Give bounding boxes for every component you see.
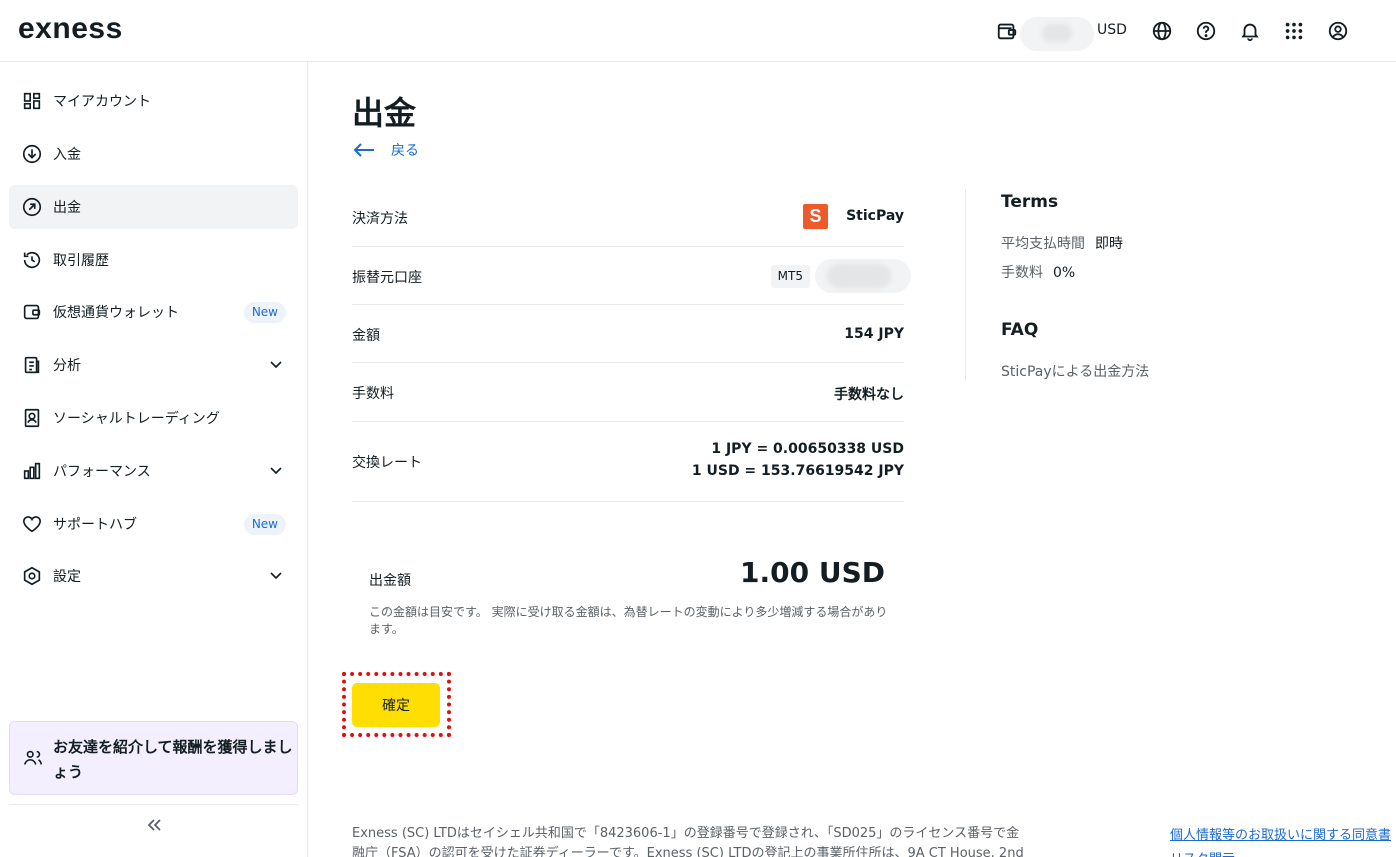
sidebar-item-analytics[interactable]: 分析 [9,343,298,387]
withdrawal-total-value: 1.00 USD [740,556,885,589]
row-label: 手数料 [352,386,394,402]
withdrawal-total-note: この金額は目安です。 実際に受け取る金額は、為替レートの変動により多少増減する場… [369,605,888,636]
back-label: 戻る [391,143,419,159]
row-value: 154 JPY [844,326,904,342]
page-title: 出金 [352,94,417,132]
detail-row-amount: 金額 154 JPY [352,305,904,363]
sidebar-item-my-account[interactable]: マイアカウント [9,79,298,123]
arrow-left-icon [353,143,374,157]
sidebar-item-label: 入金 [53,147,81,163]
bar-chart-icon [23,462,41,480]
row-label: 金額 [352,328,380,344]
balance-hidden [1020,17,1094,51]
sidebar-divider [9,804,298,805]
sidebar: マイアカウント 入金 出金 取引履歴 仮想通貨ウォレット New 分析 ソーシャ… [0,62,308,857]
bell-icon[interactable] [1239,20,1261,42]
sidebar-item-label: マイアカウント [53,94,151,110]
term-avg-time-label: 平均支払時間 [1001,236,1085,252]
detail-row-exchange-rate: 交換レート 1 JPY = 0.00650338 USD 1 USD = 153… [352,422,904,502]
referral-promo-text: お友達を紹介して報酬を獲得しましょう [53,738,293,781]
balance-currency[interactable]: USD [1097,22,1127,38]
confirm-button[interactable]: 確定 [352,683,440,727]
account-number-hidden [815,259,911,293]
row-value-secondary: 1 USD = 153.76619542 JPY [691,463,904,479]
deposit-arrow-icon [22,144,42,164]
footer-legal-text: Exness (SC) LTDはセイシェル共和国で「8423606-1」の登録番… [352,826,1024,857]
sidebar-item-deposit[interactable]: 入金 [9,132,298,176]
sidebar-item-crypto-wallet[interactable]: 仮想通貨ウォレット New [9,290,298,334]
help-icon[interactable] [1195,20,1217,42]
row-value: 手数料なし [834,387,904,403]
account-type-tag: MT5 [770,265,810,288]
chevron-down-icon[interactable] [268,567,284,583]
heart-icon [22,516,42,533]
sidebar-item-label: 取引履歴 [53,253,109,269]
social-trading-icon [24,408,40,428]
sidebar-item-label: 設定 [53,569,81,585]
referral-people-icon [23,750,43,765]
sidebar-item-label: 仮想通貨ウォレット [53,305,179,321]
term-avg-time-value: 即時 [1095,236,1123,252]
sidebar-item-history[interactable]: 取引履歴 [9,238,298,282]
detail-row-fee: 手数料 手数料なし [352,363,904,422]
term-fee-value: 0% [1053,265,1076,281]
dashboard-icon [23,92,41,110]
sidebar-item-support-hub[interactable]: サポートハブ New [9,502,298,546]
settings-hex-icon [23,566,41,586]
row-value: SticPay [846,208,904,224]
sidebar-item-withdrawal[interactable]: 出金 [9,185,298,229]
faq-link-sticpay[interactable]: SticPayによる出金方法 [1001,361,1149,381]
detail-row-source-account: 振替元口座 MT5 [352,247,911,305]
sticpay-logo-icon: S [803,204,828,229]
user-profile-icon[interactable] [1327,20,1349,42]
history-icon [23,251,41,269]
chevron-down-icon[interactable] [268,462,284,478]
sidebar-item-label: ソーシャルトレーディング [53,411,220,427]
footer-link-privacy-consent[interactable]: 個人情報等のお取扱いに関する同意書 [1170,824,1391,843]
sidebar-item-performance[interactable]: パフォーマンス [9,449,298,493]
sidebar-item-label: 出金 [53,200,81,216]
term-fee-label: 手数料 [1001,265,1043,281]
collapse-sidebar-icon[interactable] [144,815,164,835]
faq-title: FAQ [1001,320,1039,340]
sidebar-item-settings[interactable]: 設定 [9,554,298,598]
row-value: 1 JPY = 0.00650338 USD [711,441,904,457]
terms-title: Terms [1001,192,1059,212]
sidebar-item-label: パフォーマンス [53,464,151,480]
term-fee: 手数料 0% [1001,262,1075,282]
top-header: exness USD [0,0,1396,62]
row-label: 決済方法 [352,211,408,227]
row-label: 振替元口座 [352,270,422,286]
apps-grid-icon[interactable] [1283,20,1305,42]
sidebar-item-label: 分析 [53,358,81,374]
detail-row-payment-method: 決済方法 S SticPay [352,189,904,247]
back-link[interactable]: 戻る [352,139,419,161]
withdrawal-arrow-icon [22,197,42,217]
exness-logo[interactable]: exness [18,12,123,46]
chevron-down-icon[interactable] [268,356,284,372]
wallet-icon [23,304,41,320]
analytics-icon [24,356,40,374]
footer-link-risk-disclosure[interactable]: リスク開示 [1170,848,1235,857]
row-label: 交換レート [352,455,422,471]
term-avg-time: 平均支払時間 即時 [1001,233,1123,253]
referral-promo-banner[interactable]: お友達を紹介して報酬を獲得しましょう [9,721,298,795]
vertical-divider [965,189,966,381]
wallet-icon[interactable] [996,20,1018,42]
new-badge: New [243,302,286,323]
globe-icon[interactable] [1151,20,1173,42]
sidebar-item-social-trading[interactable]: ソーシャルトレーディング [9,396,298,440]
sidebar-item-label: サポートハブ [53,517,137,533]
withdrawal-total-label: 出金額 [369,573,411,589]
new-badge: New [243,514,286,535]
